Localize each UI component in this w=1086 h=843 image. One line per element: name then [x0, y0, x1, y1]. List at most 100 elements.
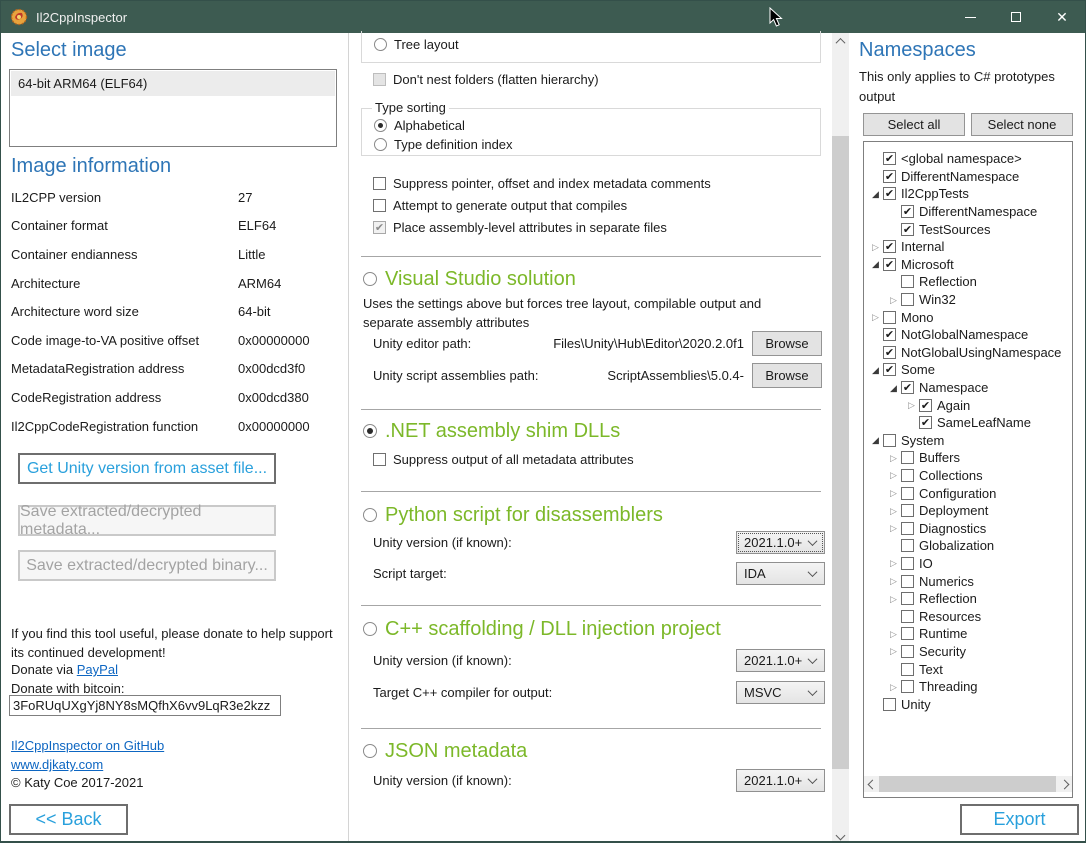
tree-item[interactable]: Again [864, 396, 1072, 414]
export-button[interactable]: Export [960, 804, 1079, 835]
tree-checkbox[interactable] [919, 399, 932, 412]
tree-checkbox[interactable] [901, 293, 914, 306]
tree-item[interactable]: Reflection [864, 590, 1072, 608]
collapsed-expander-icon[interactable] [886, 558, 901, 568]
collapsed-expander-icon[interactable] [904, 400, 919, 410]
dotnet-section-header[interactable]: .NET assembly shim DLLs [363, 418, 620, 444]
script-target-dropdown[interactable]: IDA [736, 562, 825, 585]
tree-item[interactable]: Runtime [864, 625, 1072, 643]
json-unity-version-dropdown[interactable]: 2021.1.0+ [736, 769, 825, 792]
visual-studio-section-header[interactable]: Visual Studio solution [363, 266, 576, 292]
tree-item[interactable]: IO [864, 555, 1072, 573]
checkbox-icon[interactable] [373, 221, 386, 234]
get-unity-version-button[interactable]: Get Unity version from asset file... [18, 453, 276, 484]
expanded-expander-icon[interactable] [868, 189, 883, 199]
tree-item[interactable]: <global namespace> [864, 150, 1072, 168]
unity-editor-path-value[interactable]: Files\Unity\Hub\Editor\2020.2.0f1 [471, 336, 744, 351]
tree-checkbox[interactable] [883, 698, 896, 711]
tree-checkbox[interactable] [883, 240, 896, 253]
checkbox-icon[interactable] [373, 199, 386, 212]
collapsed-expander-icon[interactable] [886, 682, 901, 692]
collapsed-expander-icon[interactable] [886, 646, 901, 656]
tree-item[interactable]: Numerics [864, 572, 1072, 590]
tree-item[interactable]: Win32 [864, 291, 1072, 309]
option-checkbox-row[interactable]: Attempt to generate output that compiles [373, 194, 823, 216]
tree-checkbox[interactable] [883, 187, 896, 200]
save-metadata-button[interactable]: Save extracted/decrypted metadata... [18, 505, 276, 536]
radio-icon[interactable] [363, 272, 377, 286]
collapsed-expander-icon[interactable] [886, 453, 901, 463]
image-listbox[interactable]: 64-bit ARM64 (ELF64) [9, 69, 337, 147]
back-button[interactable]: << Back [9, 804, 128, 835]
tree-item[interactable]: Reflection [864, 273, 1072, 291]
tree-checkbox[interactable] [883, 170, 896, 183]
python-unity-version-dropdown[interactable]: 2021.1.0+ [736, 531, 825, 554]
tree-item[interactable]: Security [864, 643, 1072, 661]
option-checkbox-row[interactable]: Place assembly-level attributes in separ… [373, 216, 823, 238]
collapsed-expander-icon[interactable] [886, 506, 901, 516]
expanded-expander-icon[interactable] [868, 435, 883, 445]
titlebar[interactable]: Il2CppInspector ✕ [1, 1, 1085, 33]
tree-item[interactable]: Unity [864, 695, 1072, 713]
tree-item[interactable]: Namespace [864, 379, 1072, 397]
tree-checkbox[interactable] [883, 434, 896, 447]
checkbox-icon[interactable] [373, 177, 386, 190]
tree-checkbox[interactable] [901, 451, 914, 464]
save-binary-button[interactable]: Save extracted/decrypted binary... [18, 550, 276, 581]
minimize-button[interactable] [947, 1, 993, 33]
checkbox-icon[interactable] [373, 453, 386, 466]
tree-item[interactable]: Text [864, 660, 1072, 678]
tree-checkbox[interactable] [883, 363, 896, 376]
tree-item[interactable]: DifferentNamespace [864, 168, 1072, 186]
image-list-item[interactable]: 64-bit ARM64 (ELF64) [11, 71, 335, 96]
collapsed-expander-icon[interactable] [868, 242, 883, 252]
close-button[interactable]: ✕ [1039, 1, 1085, 33]
radio-icon[interactable] [374, 138, 387, 151]
tree-checkbox[interactable] [901, 223, 914, 236]
collapsed-expander-icon[interactable] [886, 594, 901, 604]
tree-item[interactable]: Microsoft [864, 256, 1072, 274]
tree-item[interactable]: Globalization [864, 537, 1072, 555]
tree-checkbox[interactable] [901, 469, 914, 482]
tree-item[interactable]: Il2CppTests [864, 185, 1072, 203]
tree-item[interactable]: Threading [864, 678, 1072, 696]
checkbox-icon[interactable] [373, 73, 386, 86]
tree-item[interactable]: Some [864, 361, 1072, 379]
browse-assemblies-path-button[interactable]: Browse [752, 363, 822, 388]
suppress-metadata-checkbox-row[interactable]: Suppress output of all metadata attribut… [373, 452, 634, 467]
tree-checkbox[interactable] [883, 152, 896, 165]
main-scrollbar[interactable] [832, 33, 849, 843]
cpp-unity-version-dropdown[interactable]: 2021.1.0+ [736, 649, 825, 672]
tree-checkbox[interactable] [883, 311, 896, 324]
tree-item[interactable]: Mono [864, 308, 1072, 326]
collapsed-expander-icon[interactable] [868, 312, 883, 322]
tree-checkbox[interactable] [901, 275, 914, 288]
tree-checkbox[interactable] [901, 487, 914, 500]
radio-icon[interactable] [374, 38, 387, 51]
alphabetical-option[interactable]: Alphabetical [374, 118, 820, 133]
radio-icon[interactable] [363, 622, 377, 636]
tree-layout-option[interactable]: Tree layout [374, 37, 459, 52]
python-section-header[interactable]: Python script for disassemblers [363, 502, 663, 528]
collapsed-expander-icon[interactable] [886, 629, 901, 639]
tree-checkbox[interactable] [901, 627, 914, 640]
expanded-expander-icon[interactable] [886, 383, 901, 393]
json-section-header[interactable]: JSON metadata [363, 738, 527, 764]
tree-item[interactable]: Diagnostics [864, 519, 1072, 537]
type-def-index-option[interactable]: Type definition index [374, 137, 820, 152]
select-none-button[interactable]: Select none [971, 113, 1073, 136]
tree-checkbox[interactable] [901, 575, 914, 588]
tree-checkbox[interactable] [901, 663, 914, 676]
tree-checkbox[interactable] [901, 539, 914, 552]
tree-checkbox[interactable] [901, 680, 914, 693]
tree-item[interactable]: SameLeafName [864, 414, 1072, 432]
flatten-checkbox-row[interactable]: Don't nest folders (flatten hierarchy) [373, 72, 599, 87]
bitcoin-address-input[interactable] [9, 695, 281, 716]
radio-icon[interactable] [363, 424, 377, 438]
option-checkbox-row[interactable]: Suppress pointer, offset and index metad… [373, 172, 823, 194]
tree-checkbox[interactable] [901, 610, 914, 623]
scroll-right-button[interactable] [1056, 776, 1072, 792]
radio-icon[interactable] [363, 508, 377, 522]
expanded-expander-icon[interactable] [868, 365, 883, 375]
tree-checkbox[interactable] [901, 592, 914, 605]
